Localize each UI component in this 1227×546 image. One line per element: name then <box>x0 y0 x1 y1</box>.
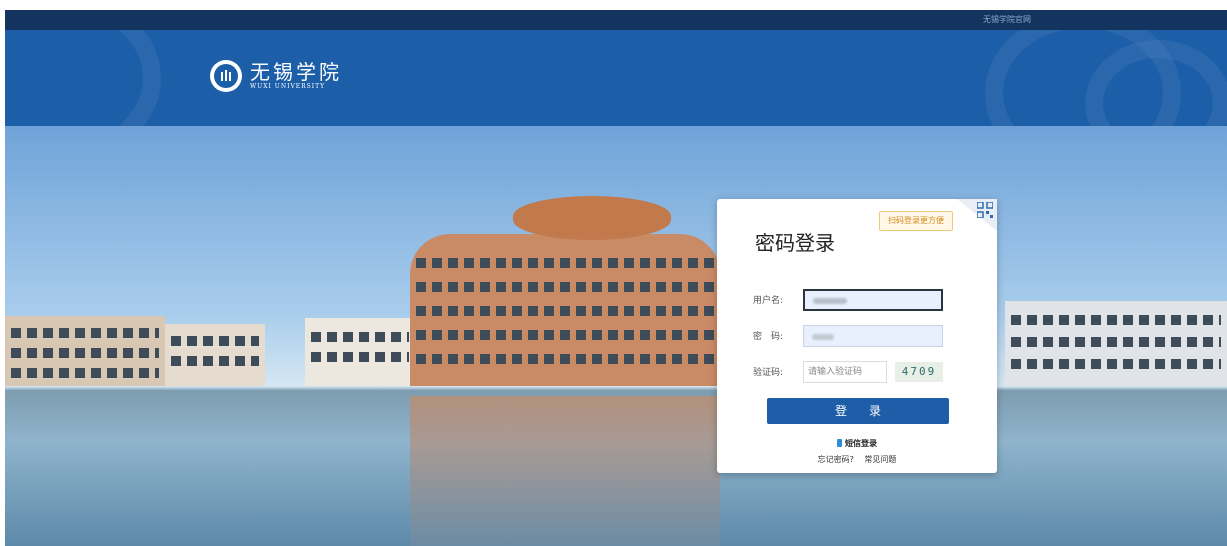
qr-login-toggle[interactable] <box>957 199 997 231</box>
campus-background-image <box>5 126 1227 546</box>
logo-english-name: WUXI UNIVERSITY <box>250 83 326 90</box>
university-emblem-icon <box>210 60 242 92</box>
faq-link[interactable]: 常见问题 <box>864 455 896 464</box>
building-left <box>5 316 165 386</box>
qr-login-tip: 扫码登录更方便 <box>879 211 953 231</box>
password-row: 密 码: <box>753 325 953 347</box>
password-input[interactable] <box>803 325 943 347</box>
username-label: 用户名: <box>753 296 784 306</box>
university-logo[interactable]: 无锡学院 WUXI UNIVERSITY <box>210 60 342 92</box>
captcha-label: 验证码: <box>753 368 784 378</box>
help-links: 忘记密码? 常见问题 <box>717 454 997 465</box>
username-input[interactable] <box>803 289 943 311</box>
header-banner: 无锡学院 WUXI UNIVERSITY <box>5 30 1227 126</box>
building-mid-left <box>305 318 415 386</box>
building-right <box>1005 301 1227 386</box>
logo-chinese-name: 无锡学院 <box>250 60 342 84</box>
login-card: 扫码登录更方便 密码登录 用户名: 密 码: 验证码: 请输入验证码 4709 … <box>717 199 997 473</box>
username-row: 用户名: <box>753 289 953 311</box>
sms-login-link[interactable]: 短信登录 <box>717 438 997 449</box>
building-left-2 <box>165 324 265 386</box>
login-button[interactable]: 登录 <box>767 398 949 424</box>
password-label: 密 码: <box>753 332 784 342</box>
page-frame: 无锡学院官网 无锡学院 WUXI UNIVERSITY 扫码登录更方便 密码登录… <box>5 10 1227 546</box>
qr-code-icon <box>977 202 993 218</box>
sms-login-label: 短信登录 <box>845 439 877 448</box>
captcha-row: 验证码: 请输入验证码 4709 <box>753 361 953 383</box>
captcha-input[interactable]: 请输入验证码 <box>803 361 887 383</box>
water-reflection <box>410 396 720 546</box>
phone-icon <box>837 439 842 447</box>
forgot-password-link[interactable]: 忘记密码? <box>818 455 854 464</box>
login-title: 密码登录 <box>755 231 835 255</box>
decor-swirl <box>5 30 161 126</box>
official-site-link[interactable]: 无锡学院官网 <box>983 14 1031 25</box>
central-dome <box>513 196 671 240</box>
central-building <box>410 234 720 386</box>
captcha-image[interactable]: 4709 <box>895 362 943 382</box>
top-bar: 无锡学院官网 <box>5 10 1227 30</box>
